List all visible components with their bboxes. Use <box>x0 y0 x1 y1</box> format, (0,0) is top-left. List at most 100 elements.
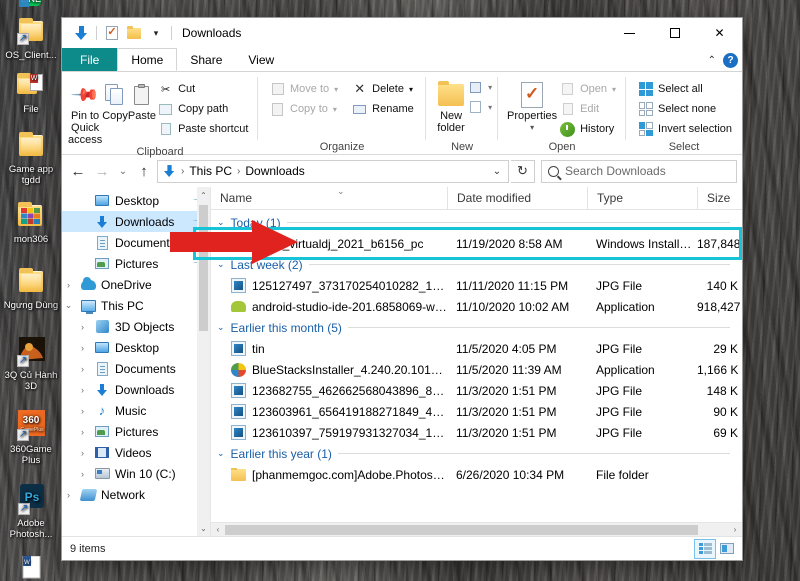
chevron-down-icon[interactable]: ⌄ <box>217 448 225 459</box>
breadcrumb-downloads[interactable]: Downloads <box>243 164 306 178</box>
scroll-left-arrow-icon[interactable]: ‹ <box>211 525 225 534</box>
sidebar-item-videos[interactable]: › Videos <box>62 442 210 463</box>
scrollbar-thumb[interactable] <box>225 524 698 535</box>
expand-chevron-icon[interactable]: › <box>76 427 89 437</box>
scrollbar-track[interactable] <box>225 524 728 535</box>
sidebar-item-3d-objects[interactable]: › 3D Objects <box>62 316 210 337</box>
table-row[interactable]: 123682755_462662568043896_8773039184... 1… <box>211 380 742 401</box>
column-header-date-modified[interactable]: Date modified <box>447 186 587 210</box>
file-name-cell[interactable]: 123682755_462662568043896_8773039184... <box>211 383 447 398</box>
up-button[interactable]: ↑ <box>133 159 155 183</box>
sidebar-item-win-10-c[interactable]: › Win 10 (C:) <box>62 463 210 484</box>
expand-chevron-icon[interactable]: › <box>62 490 75 500</box>
group-header[interactable]: ⌄ Earlier this year (1) <box>211 443 742 464</box>
qat-new-folder-icon[interactable] <box>123 22 145 44</box>
scroll-right-arrow-icon[interactable]: › <box>728 525 742 534</box>
chevron-down-icon[interactable]: ▾ <box>409 85 413 94</box>
select-none-button[interactable]: Select none <box>636 100 736 118</box>
file-name-cell[interactable]: [phanmemgoc.com]Adobe.Photoshop.2... <box>211 467 447 482</box>
minimize-button[interactable] <box>607 18 652 48</box>
qat-customize-chevron-down-icon[interactable]: ▾ <box>145 22 167 44</box>
cut-button[interactable]: ✂ Cut <box>156 80 252 98</box>
tab-view[interactable]: View <box>235 48 287 71</box>
table-row[interactable]: BlueStacksInstaller_4.240.20.1016_native… <box>211 359 742 380</box>
table-row[interactable]: 123603961_656419188271849_4098198623... 1… <box>211 401 742 422</box>
maximize-button[interactable] <box>652 18 697 48</box>
paste-shortcut-button[interactable]: Paste shortcut <box>156 120 252 138</box>
sidebar-item-desktop[interactable]: Desktop📌 <box>62 190 210 211</box>
properties-button[interactable]: Properties ▾ <box>506 77 558 134</box>
chevron-down-icon[interactable]: ▾ <box>333 105 337 114</box>
desktop-icon-game-app-tgdd[interactable]: Game app tgdd <box>0 130 62 186</box>
scroll-up-arrow-icon[interactable]: ⌃ <box>200 187 207 203</box>
sidebar-item-network[interactable]: › Network <box>62 484 210 505</box>
expand-chevron-icon[interactable]: › <box>76 364 89 374</box>
sidebar-item-downloads[interactable]: › Downloads <box>62 379 210 400</box>
expand-chevron-icon[interactable]: › <box>76 448 89 458</box>
desktop-icon-360game-plus[interactable]: 360 GamePlus ↗ 360Game Plus <box>0 410 62 466</box>
sidebar-item-onedrive[interactable]: › OneDrive <box>62 274 210 295</box>
qat-properties-icon[interactable] <box>101 22 123 44</box>
rename-button[interactable]: Rename <box>350 100 418 118</box>
new-folder-button[interactable]: New folder <box>434 77 468 134</box>
copy-path-button[interactable]: Copy path <box>156 100 252 118</box>
easy-access-button[interactable]: ▾ <box>468 100 492 114</box>
chevron-down-icon[interactable]: ▾ <box>488 103 492 112</box>
desktop-icon-os-client[interactable]: ↗ OS_Client... <box>0 16 62 61</box>
horizontal-scrollbar[interactable]: ‹ › <box>211 522 742 536</box>
breadcrumb-this-pc[interactable]: This PC <box>187 164 234 178</box>
table-row[interactable]: 125127497_373170254010282_1649154498... 1… <box>211 275 742 296</box>
chevron-down-icon[interactable]: ▾ <box>530 122 534 134</box>
file-name-cell[interactable]: BlueStacksInstaller_4.240.20.1016_native… <box>211 362 447 377</box>
desktop-icon-word-doc[interactable]: W <box>0 555 62 581</box>
sidebar-item-documents[interactable]: › Documents <box>62 358 210 379</box>
close-button[interactable]: ✕ <box>697 18 742 48</box>
chevron-down-icon[interactable]: ▾ <box>488 83 492 92</box>
table-row[interactable]: [phanmemgoc.com]Adobe.Photoshop.2... 6/26… <box>211 464 742 485</box>
collapse-ribbon-chevron-up-icon[interactable]: ⌃ <box>708 55 716 66</box>
tab-file[interactable]: File <box>62 48 118 71</box>
expand-chevron-icon[interactable]: › <box>62 280 75 290</box>
file-name-cell[interactable]: android-studio-ide-201.6858069-windows <box>211 300 447 314</box>
file-name-cell[interactable]: 123603961_656419188271849_4098198623... <box>211 404 447 419</box>
search-input[interactable]: Search Downloads <box>565 164 666 178</box>
back-button[interactable]: ← <box>67 159 89 183</box>
chevron-down-icon[interactable]: ▾ <box>334 85 338 94</box>
desktop-icon-file[interactable]: W File <box>0 70 62 115</box>
column-header-type[interactable]: Type <box>587 186 697 210</box>
search-box[interactable]: Search Downloads <box>541 159 737 183</box>
select-all-button[interactable]: Select all <box>636 80 736 98</box>
move-to-button[interactable]: Move to ▾ <box>268 80 342 98</box>
desktop-icon-3q-cu-hanh-3d[interactable]: ↗ 3Q Củ Hành 3D <box>0 336 62 392</box>
details-view-button[interactable] <box>694 538 716 559</box>
paste-button[interactable]: Paste <box>128 77 156 122</box>
scroll-down-arrow-icon[interactable]: ⌄ <box>200 520 207 536</box>
expand-chevron-icon[interactable]: › <box>76 385 89 395</box>
copy-button[interactable]: Copy <box>102 77 128 122</box>
expand-chevron-icon[interactable]: › <box>76 406 89 416</box>
group-header[interactable]: ⌄ Earlier this month (5) <box>211 317 742 338</box>
sidebar-item-desktop[interactable]: › Desktop <box>62 337 210 358</box>
chevron-down-icon[interactable]: ▾ <box>612 85 616 94</box>
large-icons-view-button[interactable] <box>716 539 738 559</box>
table-row[interactable]: 123610397_759197931327034_1957915148... 1… <box>211 422 742 443</box>
qat-downloads-icon[interactable] <box>70 22 92 44</box>
desktop-icon-ngung-dung[interactable]: Ngưng Dùng <box>0 266 62 311</box>
help-icon[interactable]: ? <box>723 53 738 68</box>
address-box[interactable]: › This PC › Downloads ⌄ <box>157 159 509 183</box>
recent-locations-chevron-down-icon[interactable]: ⌄ <box>115 159 131 183</box>
sidebar-item-music[interactable]: › ♪ Music <box>62 400 210 421</box>
file-name-cell[interactable]: tin <box>211 341 447 356</box>
edit-button[interactable]: Edit <box>558 100 620 118</box>
column-header-size[interactable]: Size <box>697 186 742 210</box>
desktop-icon-adobe-photoshop[interactable]: Ps ↗ Adobe Photosh... <box>0 484 62 540</box>
delete-button[interactable]: ✕ Delete ▾ <box>350 80 418 98</box>
new-item-button[interactable]: ▾ <box>468 80 492 94</box>
expand-chevron-icon[interactable]: › <box>76 322 89 332</box>
chevron-down-icon[interactable]: ⌄ <box>217 322 225 333</box>
table-row[interactable]: tin 11/5/2020 4:05 PM JPG File 29 K <box>211 338 742 359</box>
desktop-icon-mon306[interactable]: mon306 <box>0 200 62 245</box>
copy-to-button[interactable]: Copy to ▾ <box>268 100 342 118</box>
table-row[interactable]: android-studio-ide-201.6858069-windows 11… <box>211 296 742 317</box>
expand-chevron-icon[interactable]: › <box>76 343 89 353</box>
